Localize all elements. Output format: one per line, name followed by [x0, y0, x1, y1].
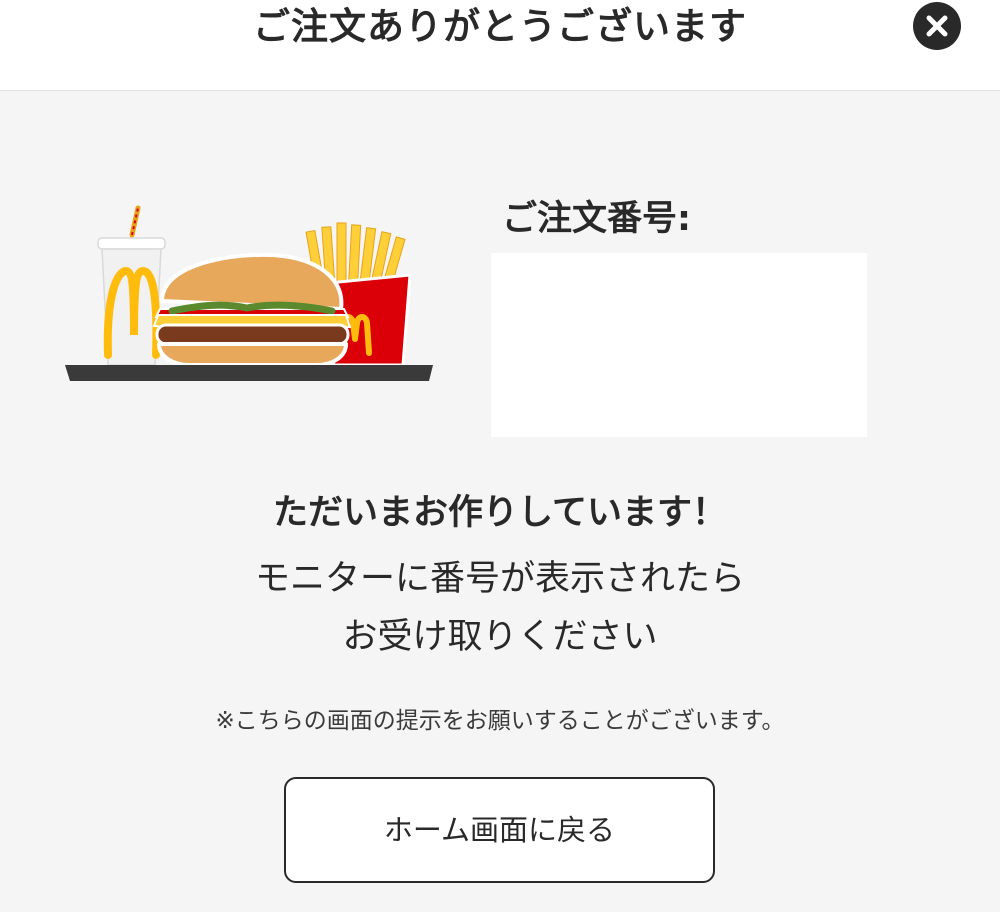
close-button[interactable] — [913, 2, 961, 50]
header: ご注文ありがとうございます — [0, 0, 1000, 91]
present-screen-note: ※こちらの画面の提示をお願いすることがございます。 — [215, 708, 785, 734]
meal-tray-illustration — [62, 205, 437, 385]
close-icon — [926, 15, 948, 37]
return-home-button[interactable]: ホーム画面に戻る — [284, 777, 715, 883]
page-title: ご注文ありがとうございます — [253, 5, 747, 48]
pickup-instruction: お受け取りください — [342, 617, 658, 657]
preparing-message: ただいまお作りしています！ — [273, 493, 727, 533]
monitor-instruction: モニターに番号が表示されたら — [254, 559, 745, 599]
order-number-box — [491, 253, 867, 437]
order-number-label: ご注文番号: — [502, 199, 691, 239]
